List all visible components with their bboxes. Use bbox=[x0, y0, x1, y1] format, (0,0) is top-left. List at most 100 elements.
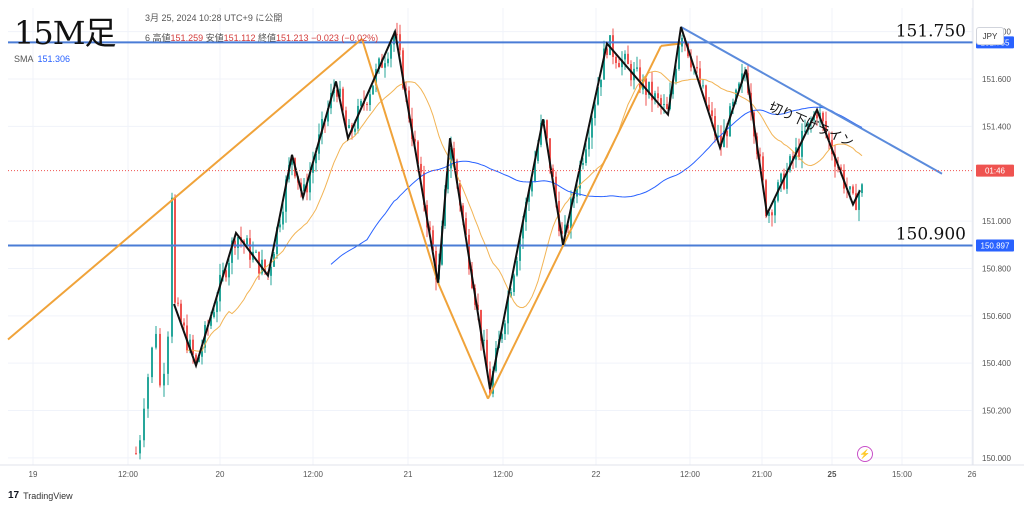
candle-body bbox=[696, 66, 698, 69]
price-badge-label: 150.897 bbox=[981, 241, 1010, 250]
candle-body bbox=[155, 333, 157, 348]
candle-body bbox=[624, 53, 626, 60]
ohlc-readout: 6 高値151.259 安値151.112 終値151.213 −0.023 (… bbox=[145, 31, 378, 44]
candle-body bbox=[390, 44, 392, 59]
axes: 151.800151.600151.400151.000150.800150.6… bbox=[0, 0, 1024, 479]
orange-structure-line bbox=[487, 45, 662, 400]
candle-body bbox=[702, 85, 704, 87]
sma-legend[interactable]: SMA 151.306 bbox=[14, 54, 70, 64]
candle-body bbox=[861, 184, 863, 194]
candle-body bbox=[657, 93, 659, 99]
close-value: 151.213 bbox=[276, 33, 309, 43]
candle-body bbox=[420, 163, 422, 173]
candle-body bbox=[139, 440, 141, 454]
price-tick-label: 151.000 bbox=[982, 217, 1011, 226]
candle-body bbox=[585, 149, 587, 163]
candle-body bbox=[183, 322, 185, 326]
time-tick-label: 12:00 bbox=[118, 470, 139, 479]
chart-canvas[interactable]: 151.750150.900切り下げライン 151.800151.600151.… bbox=[0, 0, 1024, 508]
price-tick-label: 150.800 bbox=[982, 264, 1011, 273]
price-tick-label: 150.200 bbox=[982, 407, 1011, 416]
low-value: 151.112 bbox=[223, 33, 256, 43]
candle-body bbox=[513, 275, 515, 292]
candle-body bbox=[213, 312, 215, 317]
zigzag-line bbox=[173, 26, 861, 390]
candle-body bbox=[774, 200, 776, 216]
time-tick-label: 15:00 bbox=[892, 470, 913, 479]
time-tick-label: 12:00 bbox=[493, 470, 514, 479]
currency-button[interactable]: JPY bbox=[976, 27, 1004, 45]
candle-body bbox=[483, 339, 485, 341]
candle-body bbox=[660, 98, 662, 105]
candle-body bbox=[167, 336, 169, 374]
tradingview-icon: 17 bbox=[8, 490, 20, 501]
candle-body bbox=[255, 251, 257, 253]
high-label: 高値 bbox=[152, 33, 171, 43]
time-tick-label: 12:00 bbox=[303, 470, 324, 479]
candle-body bbox=[771, 212, 773, 216]
candle-body bbox=[246, 238, 248, 245]
candle-body bbox=[387, 58, 389, 64]
lightning-icon[interactable]: ⚡ bbox=[857, 446, 873, 462]
candle-body bbox=[177, 302, 179, 304]
candle-body bbox=[354, 128, 356, 132]
price-tick-label: 150.600 bbox=[982, 312, 1011, 321]
grid bbox=[8, 8, 973, 465]
candle-body bbox=[780, 173, 782, 183]
candle-body bbox=[582, 162, 584, 165]
candle-body bbox=[627, 53, 629, 65]
candle-body bbox=[147, 377, 149, 409]
sma-value: 151.306 bbox=[37, 54, 71, 64]
candle-body bbox=[636, 67, 638, 69]
candle-body bbox=[822, 112, 824, 122]
candle-body bbox=[504, 323, 506, 335]
candle-body bbox=[282, 211, 284, 225]
publish-info: 3月 25, 2024 10:28 UTC+9 に公開 bbox=[145, 13, 283, 23]
close-label: 終値 bbox=[258, 33, 277, 43]
price-tick-label: 151.400 bbox=[982, 122, 1011, 131]
candle-body bbox=[594, 104, 596, 119]
time-tick-label: 21:00 bbox=[752, 470, 773, 479]
time-tick-label: 12:00 bbox=[680, 470, 701, 479]
candle-body bbox=[163, 373, 165, 386]
ohlc-prefix: 6 bbox=[145, 33, 151, 43]
candle-body bbox=[159, 333, 161, 386]
candle-body bbox=[372, 85, 374, 95]
low-label: 安値 bbox=[205, 33, 224, 43]
sma-label: SMA bbox=[14, 54, 34, 64]
price-tick-label: 150.000 bbox=[982, 454, 1011, 463]
candle-body bbox=[516, 260, 518, 276]
candle-body bbox=[618, 63, 620, 68]
high-value: 151.259 bbox=[170, 33, 204, 43]
candle-body bbox=[174, 197, 176, 303]
candle-body bbox=[369, 94, 371, 105]
candle-body bbox=[849, 186, 851, 190]
orange-structure-line bbox=[7, 38, 363, 341]
candles bbox=[135, 22, 863, 460]
candle-body bbox=[600, 79, 602, 88]
change-value: −0.023 (−0.02%) bbox=[311, 33, 379, 43]
time-tick-label: 22 bbox=[592, 470, 601, 479]
candle-body bbox=[151, 347, 153, 378]
candle-body bbox=[348, 125, 350, 129]
candle-body bbox=[591, 118, 593, 138]
time-tick-label: 19 bbox=[29, 470, 38, 479]
candle-body bbox=[816, 114, 818, 119]
brand-label: TradingView bbox=[23, 490, 73, 501]
level-label: 151.750 bbox=[896, 21, 966, 41]
candle-body bbox=[135, 453, 137, 455]
candle-body bbox=[666, 103, 668, 109]
time-tick-label: 25 bbox=[828, 470, 837, 479]
price-tick-label: 150.400 bbox=[982, 359, 1011, 368]
candle-body bbox=[852, 186, 854, 194]
price-badge-label: 01:46 bbox=[985, 167, 1006, 176]
candle-body bbox=[588, 137, 590, 150]
descending-trendline bbox=[680, 26, 943, 175]
level-label: 150.900 bbox=[896, 224, 966, 244]
candle-body bbox=[615, 56, 617, 64]
drawn-lines: 151.750150.900切り下げライン bbox=[7, 21, 973, 400]
candle-body bbox=[612, 35, 614, 57]
tradingview-logo[interactable]: 17 TradingView bbox=[8, 490, 73, 501]
timeframe-label: 15M足 bbox=[14, 14, 116, 52]
price-tick-label: 151.600 bbox=[982, 75, 1011, 84]
